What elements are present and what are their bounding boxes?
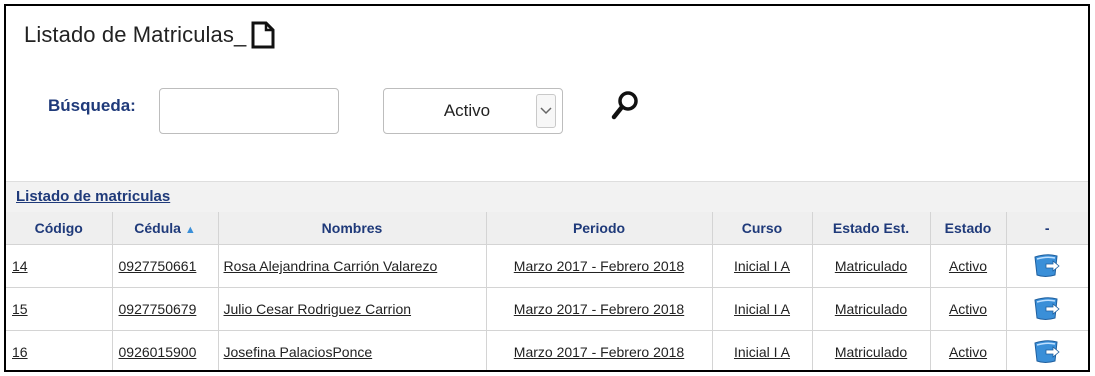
- search-input[interactable]: [159, 88, 339, 134]
- col-header-nombres[interactable]: Nombres: [218, 212, 487, 245]
- list-header-bar: Listado de matriculas: [6, 181, 1088, 212]
- list-title-link[interactable]: Listado de matriculas: [16, 188, 170, 205]
- status-select-value: Activo: [443, 101, 491, 120]
- col-header-codigo[interactable]: Código: [6, 212, 113, 245]
- col-header-estado[interactable]: Estado: [930, 212, 1007, 245]
- row-estado-link[interactable]: Activo: [949, 258, 987, 274]
- row-estado-link[interactable]: Activo: [949, 301, 987, 317]
- row-cedula-link[interactable]: 0927750661: [119, 258, 197, 274]
- search-label: Búsqueda:: [48, 96, 136, 115]
- row-curso-link[interactable]: Inicial I A: [734, 301, 790, 317]
- new-document-icon[interactable]: [250, 20, 276, 50]
- row-periodo-link[interactable]: Marzo 2017 - Febrero 2018: [514, 344, 684, 360]
- search-icon[interactable]: [610, 89, 640, 123]
- row-codigo-link[interactable]: 16: [12, 344, 28, 360]
- col-header-estado-est[interactable]: Estado Est.: [812, 212, 931, 245]
- row-nombres-link[interactable]: Josefina PalaciosPonce: [224, 344, 373, 360]
- col-header-cedula-label: Cédula: [134, 220, 181, 236]
- page-title: Listado de Matriculas_: [24, 22, 247, 47]
- row-cedula-link[interactable]: 0927750679: [119, 301, 197, 317]
- edit-document-icon[interactable]: [1033, 339, 1061, 365]
- enrollment-table: Código Cédula ▲ Nombres Periodo Curso Es…: [6, 212, 1088, 370]
- edit-document-icon[interactable]: [1033, 253, 1061, 279]
- col-header-cedula[interactable]: Cédula ▲: [112, 212, 219, 245]
- row-codigo-link[interactable]: 15: [12, 301, 28, 317]
- row-cedula-link[interactable]: 0926015900: [119, 344, 197, 360]
- edit-document-icon[interactable]: [1033, 296, 1061, 322]
- row-estado-est-link[interactable]: Matriculado: [835, 258, 907, 274]
- table-row: 16 0926015900 Josefina PalaciosPonce Mar…: [6, 330, 1088, 370]
- sort-asc-icon: ▲: [184, 224, 196, 236]
- matriculas-panel: Listado de Matriculas_ Búsqueda: Activo …: [4, 4, 1090, 372]
- row-estado-est-link[interactable]: Matriculado: [835, 301, 907, 317]
- table-row: 14 0927750661 Rosa Alejandrina Carrión V…: [6, 244, 1088, 288]
- row-curso-link[interactable]: Inicial I A: [734, 258, 790, 274]
- table-header-row: Código Cédula ▲ Nombres Periodo Curso Es…: [6, 212, 1088, 245]
- col-header-actions: -: [1006, 212, 1088, 245]
- chevron-down-icon[interactable]: [536, 94, 556, 128]
- col-header-curso[interactable]: Curso: [712, 212, 813, 245]
- row-estado-est-link[interactable]: Matriculado: [835, 344, 907, 360]
- row-curso-link[interactable]: Inicial I A: [734, 344, 790, 360]
- row-nombres-link[interactable]: Julio Cesar Rodriguez Carrion: [224, 301, 412, 317]
- table-row: 15 0927750679 Julio Cesar Rodriguez Carr…: [6, 287, 1088, 331]
- row-periodo-link[interactable]: Marzo 2017 - Febrero 2018: [514, 301, 684, 317]
- row-codigo-link[interactable]: 14: [12, 258, 28, 274]
- row-periodo-link[interactable]: Marzo 2017 - Febrero 2018: [514, 258, 684, 274]
- col-header-periodo[interactable]: Periodo: [486, 212, 713, 245]
- row-nombres-link[interactable]: Rosa Alejandrina Carrión Valarezo: [224, 258, 438, 274]
- status-select[interactable]: Activo: [383, 88, 563, 134]
- title-row: Listado de Matriculas_: [24, 20, 276, 50]
- row-estado-link[interactable]: Activo: [949, 344, 987, 360]
